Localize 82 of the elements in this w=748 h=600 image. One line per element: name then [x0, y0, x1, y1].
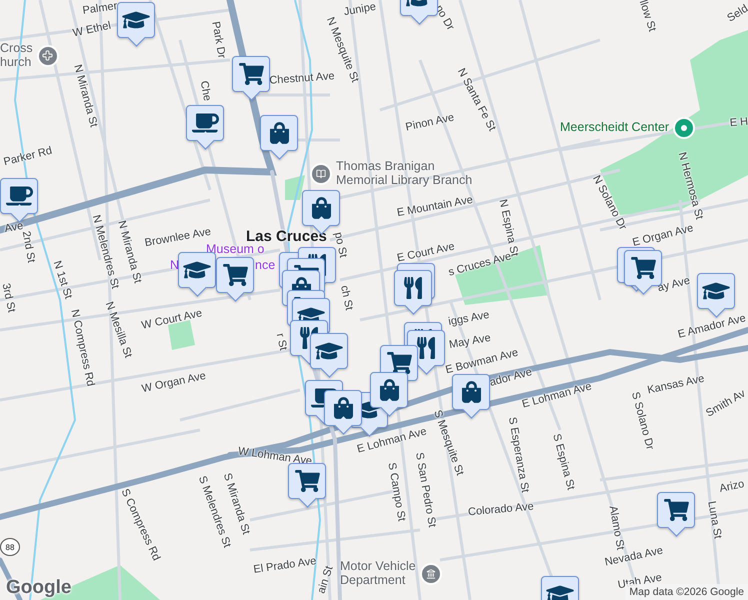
map-marker[interactable] — [370, 372, 408, 418]
street-label: W Organ Ave — [140, 370, 208, 396]
street-label: S Espina St — [550, 432, 576, 492]
map-marker[interactable] — [232, 56, 270, 102]
street-label: Chestnut Ave — [269, 71, 335, 87]
map-marker[interactable] — [117, 2, 155, 48]
shopping-bag-icon — [312, 197, 330, 219]
street-label: N Hermosa St — [676, 151, 704, 221]
route-shield: 88 — [0, 538, 20, 556]
place-label: Motor Vehicle — [340, 560, 416, 574]
map-marker[interactable] — [186, 105, 224, 151]
park-area — [285, 175, 305, 200]
street-label: N Santa Fe St — [454, 66, 498, 134]
coffee-cup-icon — [192, 112, 218, 134]
street-label: r St — [274, 332, 288, 352]
map-marker[interactable] — [452, 374, 490, 420]
place-label: Museum o — [206, 243, 264, 257]
street-label: El Prado Ave — [252, 556, 318, 576]
street-label: 3rd St — [0, 282, 16, 314]
street-label: Park Dr — [209, 20, 227, 60]
street-label: ay Ave — [656, 276, 692, 294]
street-label: E Organ Ave — [632, 223, 694, 249]
street-label: N 1st St — [50, 260, 74, 300]
graduation-cap-icon — [183, 259, 211, 281]
street-label: Colorado Ave — [468, 502, 534, 518]
graduation-cap-icon — [702, 280, 730, 302]
street-label: Alamo St — [606, 505, 626, 551]
street-label: W Court Ave — [140, 308, 204, 332]
place-label: Las Cruces — [246, 229, 327, 245]
street-label: E Mountain Ave — [396, 194, 474, 220]
street-label: Kansas Ave — [646, 374, 706, 396]
street-label: S Campo St — [385, 462, 407, 522]
shopping-bag-icon — [334, 397, 352, 419]
map-marker[interactable] — [288, 463, 326, 509]
street-label: Che — [198, 80, 212, 102]
place-label: N — [170, 259, 180, 273]
street-label: iggs Ave — [448, 310, 490, 328]
street-label: S Esperanza St — [506, 416, 530, 494]
street-label: Luna St — [705, 500, 723, 540]
map-marker[interactable] — [260, 115, 298, 161]
place-label: Thomas Branigan — [336, 160, 436, 174]
street-label: ch St — [338, 284, 354, 312]
place-label: nce — [255, 259, 276, 273]
street-label: Seld — [726, 4, 748, 24]
street-label: ain St — [316, 564, 336, 596]
place-label: Department — [340, 574, 406, 588]
street-label: po St — [332, 231, 348, 259]
graduation-cap-icon — [315, 340, 343, 362]
place-label: Meerscheidt Center — [560, 121, 670, 135]
street-label: Smith Av — [704, 388, 748, 420]
landmark-icon — [420, 562, 442, 585]
map-marker[interactable] — [0, 178, 38, 224]
street-label: Palmer — [82, 1, 118, 17]
map-marker[interactable] — [657, 492, 695, 538]
street-label: Parker Rd — [2, 146, 54, 168]
street-label: E H — [729, 116, 748, 130]
street-label: E Court Ave — [396, 242, 456, 264]
street-label: W Ethel — [72, 20, 112, 40]
map-marker[interactable] — [310, 333, 348, 379]
map-marker[interactable] — [394, 270, 432, 316]
map-marker[interactable] — [324, 390, 362, 436]
place-label: Memorial Library Branch — [336, 174, 472, 188]
street-label: S San Pedro St — [413, 452, 437, 528]
shopping-bag-icon — [380, 379, 398, 401]
graduation-cap-icon — [546, 583, 574, 600]
street-label: N Mesilla St — [102, 300, 134, 360]
map-attribution: Map data ©2026 Google — [625, 584, 748, 600]
coffee-cup-icon — [6, 185, 32, 207]
church-icon — [36, 44, 59, 67]
street-label: Junipe — [343, 2, 377, 18]
book-icon — [310, 162, 332, 185]
shopping-bag-icon — [270, 122, 288, 144]
street-label: E Amador Ave — [676, 313, 748, 341]
map-marker[interactable] — [216, 257, 254, 303]
graduation-cap-icon — [122, 9, 150, 31]
street-label: May Ave — [448, 332, 492, 352]
shopping-bag-icon — [462, 381, 480, 403]
street-label: N Miranda St — [71, 64, 99, 128]
street-label: Arizo — [718, 479, 746, 495]
street-label: N Compress Rd — [68, 308, 96, 388]
map-marker[interactable] — [178, 252, 216, 298]
street-label: Pinon Ave — [404, 112, 456, 134]
